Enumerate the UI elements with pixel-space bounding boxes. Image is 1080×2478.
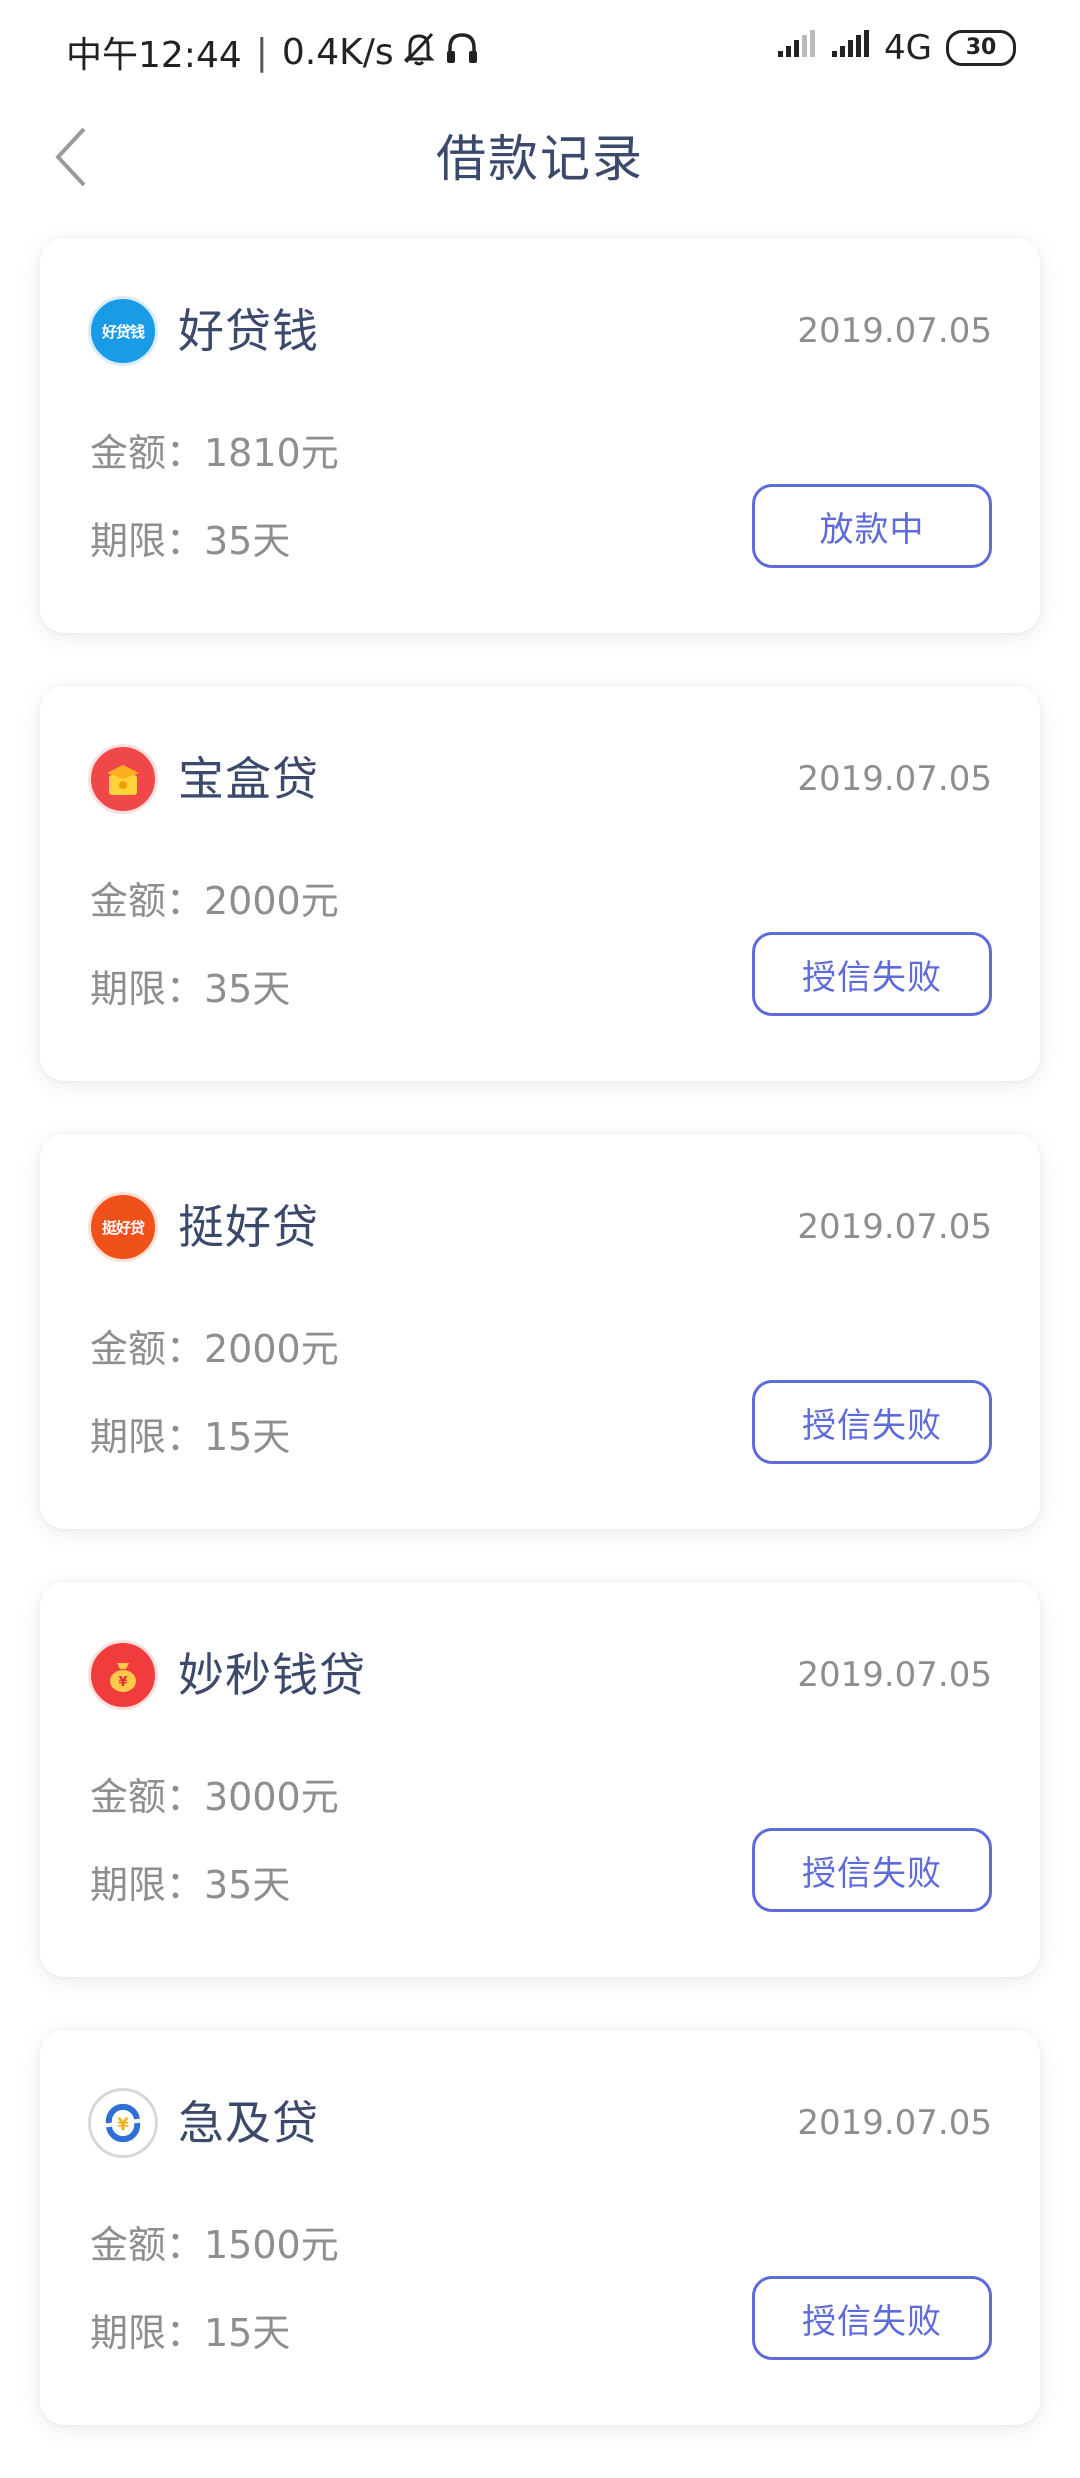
- logo-text: 挺好贷: [101, 1218, 145, 1237]
- loan-term: 期限：35天: [90, 967, 291, 1011]
- status-right: 4G 30: [776, 28, 1016, 68]
- loan-term: 期限：15天: [90, 2311, 291, 2355]
- battery-icon: 30: [946, 30, 1016, 66]
- loan-list: 好贷钱 好贷钱 2019.07.05 金额：1810元 期限：35天 放款中 宝…: [40, 238, 1040, 2478]
- loan-amount: 金额：1810元: [90, 431, 339, 475]
- network-type: 4G: [884, 28, 932, 68]
- loan-name: 急及贷: [178, 2096, 319, 2150]
- header: 借款记录: [0, 100, 1080, 220]
- loan-name: 宝盒贷: [178, 752, 319, 806]
- loan-amount: 金额：2000元: [90, 879, 339, 923]
- loan-term: 期限：15天: [90, 1415, 291, 1459]
- loan-status-button[interactable]: 授信失败: [752, 2276, 992, 2360]
- loan-term: 期限：35天: [90, 1863, 291, 1907]
- loan-date: 2019.07.05: [797, 311, 992, 351]
- page-title: 借款记录: [436, 130, 644, 188]
- loan-status-button[interactable]: 授信失败: [752, 932, 992, 1016]
- svg-text:¥: ¥: [118, 1675, 127, 1690]
- signal-icon: [830, 28, 870, 68]
- loan-amount: 金额：3000元: [90, 1775, 339, 1819]
- status-time: 中午12:44: [66, 35, 242, 76]
- status-separator: |: [255, 31, 268, 73]
- loan-term: 期限：35天: [90, 519, 291, 563]
- loan-status-button[interactable]: 放款中: [752, 484, 992, 568]
- loan-name: 挺好贷: [178, 1200, 319, 1254]
- loan-card[interactable]: 好贷钱 好贷钱 2019.07.05 金额：1810元 期限：35天 放款中: [40, 238, 1040, 633]
- loan-card[interactable]: 挺好贷 挺好贷 2019.07.05 金额：2000元 期限：15天 授信失败: [40, 1134, 1040, 1529]
- loan-name: 妙秒钱贷: [178, 1648, 366, 1702]
- loan-date: 2019.07.05: [797, 1207, 992, 1247]
- loan-amount: 金额：2000元: [90, 1327, 339, 1371]
- loan-name: 好贷钱: [178, 304, 319, 358]
- svg-text:¥: ¥: [117, 2115, 129, 2135]
- status-left: 中午12:44 | 0.4K/s: [66, 26, 480, 78]
- loan-card[interactable]: ¥ 妙秒钱贷 2019.07.05 金额：3000元 期限：35天 授信失败: [40, 1582, 1040, 1977]
- status-speed: 0.4K/s: [281, 31, 394, 73]
- logo-text: 好贷钱: [101, 322, 145, 341]
- headphones-icon: [444, 30, 480, 75]
- loan-date: 2019.07.05: [797, 2103, 992, 2143]
- treasure-box-logo-icon: [88, 744, 158, 814]
- money-bag-logo-icon: ¥: [88, 1640, 158, 1710]
- signal-icon: [776, 28, 816, 68]
- loan-card[interactable]: 宝盒贷 2019.07.05 金额：2000元 期限：35天 授信失败: [40, 686, 1040, 1081]
- mute-bell-icon: [402, 30, 436, 75]
- status-bar: 中午12:44 | 0.4K/s 4G 30: [0, 0, 1080, 100]
- loan-date: 2019.07.05: [797, 1655, 992, 1695]
- haodaiqian-logo-icon: 好贷钱: [88, 296, 158, 366]
- loan-status-button[interactable]: 授信失败: [752, 1828, 992, 1912]
- jijidai-logo-icon: ¥: [88, 2088, 158, 2158]
- loan-status-button[interactable]: 授信失败: [752, 1380, 992, 1464]
- tinghaodai-logo-icon: 挺好贷: [88, 1192, 158, 1262]
- loan-amount: 金额：1500元: [90, 2223, 339, 2267]
- loan-date: 2019.07.05: [797, 759, 992, 799]
- loan-card[interactable]: ¥ 急及贷 2019.07.05 金额：1500元 期限：15天 授信失败: [40, 2030, 1040, 2425]
